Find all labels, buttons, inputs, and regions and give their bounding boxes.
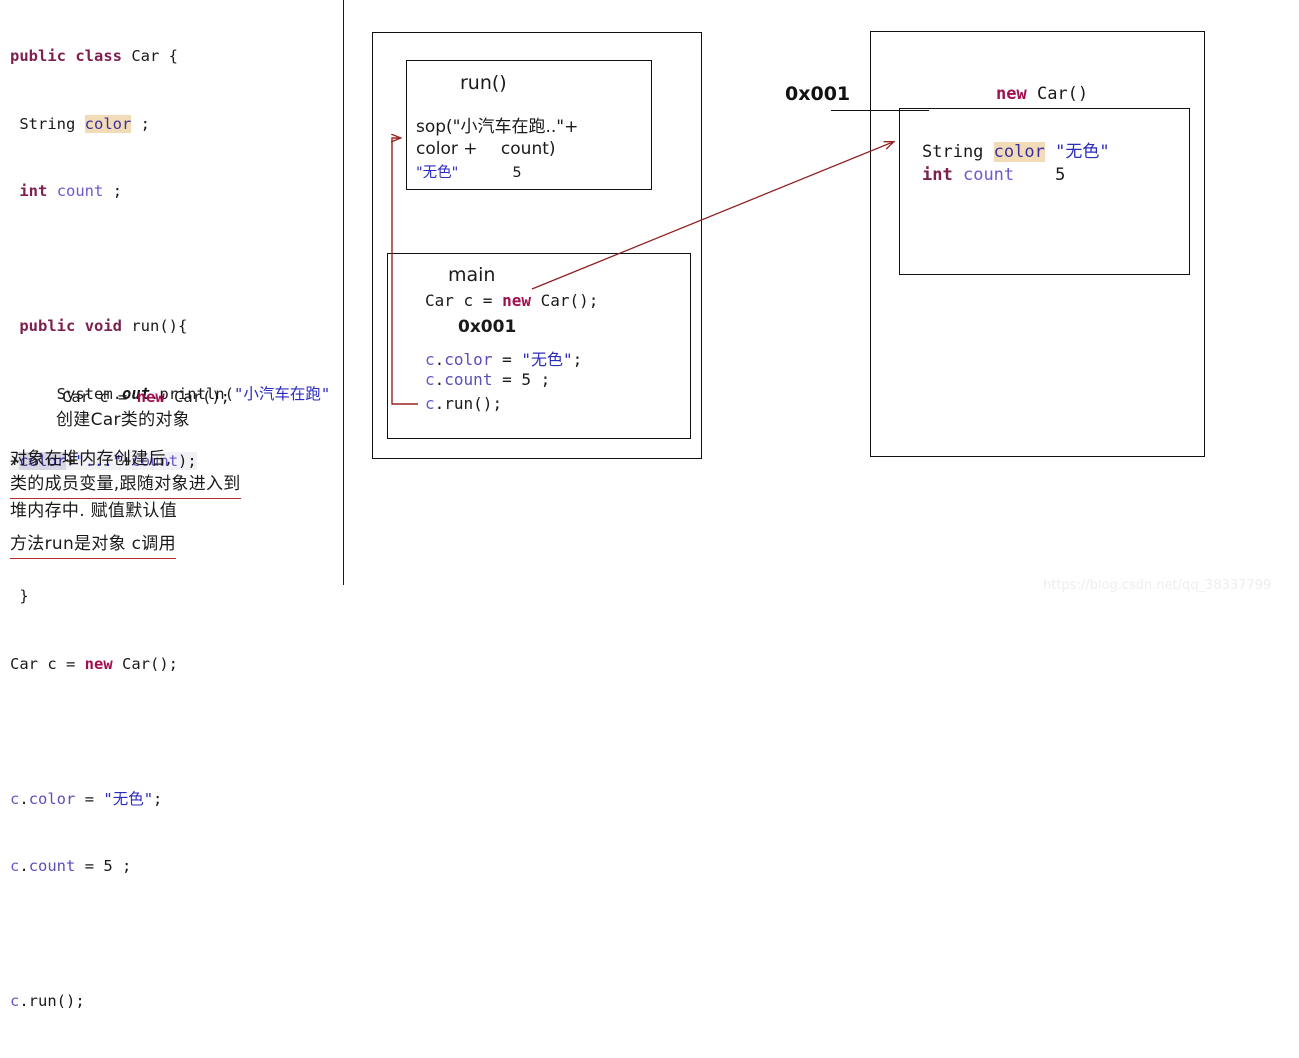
call-run-arrow <box>392 138 418 405</box>
arrow-layer <box>0 0 1299 405</box>
code-line-13: c.count = 5 ; <box>10 857 132 875</box>
diagram-canvas: public class Car { String color ; int co… <box>0 0 1299 1010</box>
code-line-15: c.run(); <box>10 992 85 1010</box>
code-line-12: c.color = "无色"; <box>10 789 163 808</box>
reference-arrow <box>531 142 893 290</box>
watermark: https://blog.csdn.net/qq_38337799 <box>1043 578 1272 593</box>
code-line-10: Car c = new Car(); <box>10 654 178 673</box>
